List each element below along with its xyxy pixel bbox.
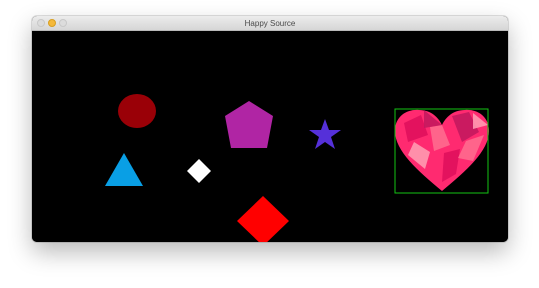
- heart-shape[interactable]: [395, 109, 489, 191]
- red-ellipse-shape[interactable]: [118, 94, 156, 128]
- canvas-svg: [105, 94, 489, 242]
- red-diamond-shape[interactable]: [237, 196, 289, 242]
- blue-triangle-shape[interactable]: [105, 153, 143, 186]
- white-diamond-shape[interactable]: [187, 159, 211, 183]
- title-bar[interactable]: Happy Source: [32, 16, 508, 31]
- shape-canvas[interactable]: [32, 31, 508, 242]
- purple-pentagon-shape[interactable]: [225, 101, 273, 148]
- app-window: Happy Source: [32, 16, 508, 242]
- blue-star-shape[interactable]: [309, 119, 341, 149]
- heart-facet: [424, 110, 442, 128]
- window-title: Happy Source: [244, 19, 296, 28]
